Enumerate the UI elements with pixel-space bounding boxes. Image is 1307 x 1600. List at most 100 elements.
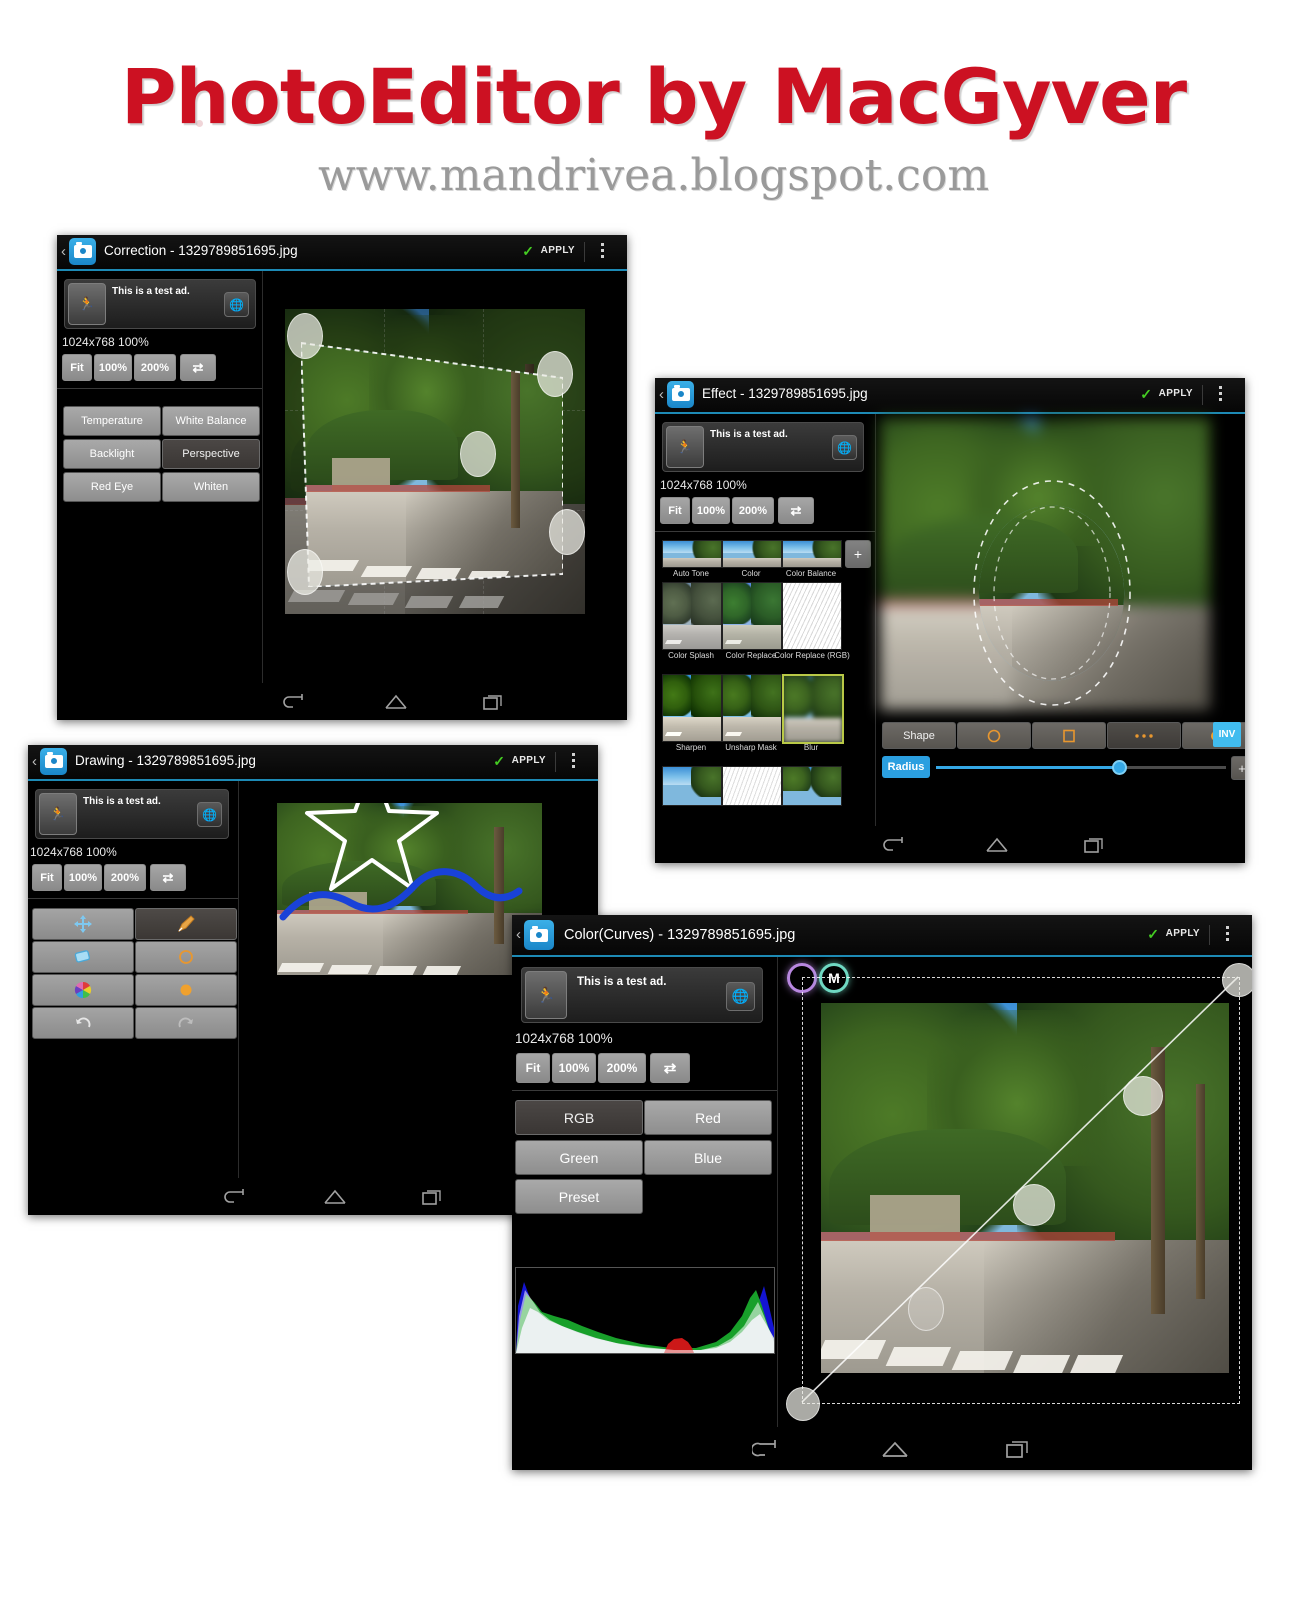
zoom-100-button[interactable]: 100% [64, 864, 102, 891]
effect-shape-outline[interactable] [880, 418, 1210, 710]
tool-temperature[interactable]: Temperature [63, 406, 161, 436]
dots-icon[interactable] [1107, 722, 1181, 749]
perspective-handle-br[interactable] [549, 509, 585, 555]
overflow-menu-icon[interactable] [1226, 926, 1230, 944]
curve-handle-upper[interactable] [1123, 1076, 1163, 1116]
channel-green[interactable]: Green [515, 1140, 643, 1175]
correction-preview[interactable] [263, 271, 627, 683]
draw-tool-filled-dot[interactable] [135, 974, 237, 1006]
tool-whiten[interactable]: Whiten [162, 472, 260, 502]
curve-line[interactable] [778, 957, 1252, 1427]
zoom-fit-button[interactable]: Fit [32, 864, 62, 891]
curve-handle-top[interactable] [1222, 963, 1252, 997]
back-icon[interactable]: ‹ [32, 754, 37, 769]
effect-preview[interactable]: Shape INV Radius + [876, 414, 1245, 826]
effect-thumb-extra-1[interactable] [662, 766, 722, 806]
curves-preview[interactable]: M [778, 957, 1252, 1427]
draw-tool-eraser[interactable] [32, 941, 134, 973]
back-icon[interactable]: ‹ [61, 244, 66, 259]
radius-increment-button[interactable]: + [1231, 756, 1245, 780]
home-icon[interactable] [383, 693, 409, 711]
back-icon[interactable]: ‹ [659, 387, 664, 402]
draw-tool-undo[interactable] [32, 1007, 134, 1039]
add-effect-button[interactable]: + [845, 540, 871, 568]
perspective-handle-tl[interactable] [287, 313, 323, 359]
back-icon[interactable] [223, 1188, 247, 1206]
shape-label-button[interactable]: Shape [882, 722, 956, 749]
back-icon[interactable] [882, 836, 906, 854]
zoom-100-button[interactable]: 100% [692, 497, 730, 524]
back-icon[interactable] [752, 1439, 780, 1459]
ad-banner[interactable]: 🏃 This is a test ad. 🌐 [64, 279, 256, 329]
overflow-menu-icon[interactable] [1219, 386, 1223, 404]
tool-red-eye[interactable]: Red Eye [63, 472, 161, 502]
back-icon[interactable] [282, 693, 306, 711]
globe-icon[interactable]: 🌐 [197, 802, 222, 827]
swap-arrows-icon[interactable]: ⇄ [650, 1053, 690, 1083]
effect-thumb-unsharp-mask[interactable] [722, 674, 782, 742]
zoom-200-button[interactable]: 200% [134, 354, 176, 381]
zoom-200-button[interactable]: 200% [732, 497, 774, 524]
effect-thumb-auto-tone[interactable] [662, 540, 722, 568]
effect-thumb-extra-2[interactable] [722, 766, 782, 806]
draw-tool-color-wheel[interactable] [32, 974, 134, 1006]
effect-thumb-color-balance[interactable] [782, 540, 842, 568]
curve-handle-lower[interactable] [908, 1287, 944, 1331]
effect-thumb-extra-3[interactable] [782, 766, 842, 806]
overflow-menu-icon[interactable] [572, 753, 576, 771]
zoom-fit-button[interactable]: Fit [516, 1053, 550, 1083]
square-outline-icon[interactable] [1032, 722, 1106, 749]
curve-handle-mid[interactable] [1013, 1184, 1055, 1226]
channel-preset[interactable]: Preset [515, 1179, 643, 1214]
effect-thumb-blur[interactable] [782, 674, 844, 744]
apply-button[interactable]: APPLY [541, 245, 575, 256]
home-icon[interactable] [880, 1439, 910, 1459]
globe-icon[interactable]: 🌐 [832, 435, 857, 460]
swap-arrows-icon[interactable]: ⇄ [778, 497, 814, 524]
ad-banner[interactable]: 🏃 This is a test ad. 🌐 [35, 789, 229, 839]
perspective-handle-mid[interactable] [460, 431, 496, 477]
effect-thumb-color-replace[interactable] [722, 582, 782, 650]
effect-thumb-color-splash[interactable] [662, 582, 722, 650]
zoom-fit-button[interactable]: Fit [62, 354, 92, 381]
tool-backlight[interactable]: Backlight [63, 439, 161, 469]
ad-banner[interactable]: 🏃 This is a test ad. 🌐 [662, 422, 864, 472]
swap-arrows-icon[interactable]: ⇄ [180, 354, 216, 381]
tool-perspective[interactable]: Perspective [162, 439, 260, 469]
channel-blue[interactable]: Blue [644, 1140, 772, 1175]
recents-icon[interactable] [1083, 836, 1105, 854]
overflow-menu-icon[interactable] [601, 243, 605, 261]
effect-thumb-color[interactable] [722, 540, 782, 568]
swap-arrows-icon[interactable]: ⇄ [150, 864, 186, 891]
home-icon[interactable] [322, 1188, 348, 1206]
zoom-100-button[interactable]: 100% [552, 1053, 596, 1083]
tool-white-balance[interactable]: White Balance [162, 406, 260, 436]
recents-icon[interactable] [1005, 1439, 1031, 1459]
draw-tool-circle[interactable] [135, 941, 237, 973]
channel-red[interactable]: Red [644, 1100, 772, 1135]
effect-thumb-color-replace-rgb[interactable] [782, 582, 842, 650]
perspective-handle-tr[interactable] [537, 351, 573, 397]
draw-tool-move[interactable] [32, 908, 134, 940]
recents-icon[interactable] [482, 693, 504, 711]
zoom-fit-button[interactable]: Fit [660, 497, 690, 524]
apply-button[interactable]: APPLY [512, 755, 546, 766]
draw-tool-brush[interactable] [135, 908, 237, 940]
zoom-200-button[interactable]: 200% [598, 1053, 646, 1083]
home-icon[interactable] [984, 836, 1010, 854]
recents-icon[interactable] [421, 1188, 443, 1206]
curve-handle-bottom[interactable] [786, 1387, 820, 1421]
globe-icon[interactable]: 🌐 [726, 982, 755, 1011]
radius-slider-knob[interactable] [1112, 760, 1127, 775]
ad-banner[interactable]: 🏃 This is a test ad. 🌐 [521, 967, 763, 1023]
back-icon[interactable]: ‹ [516, 927, 521, 942]
effect-thumb-sharpen[interactable] [662, 674, 722, 742]
apply-button[interactable]: APPLY [1159, 388, 1193, 399]
zoom-100-button[interactable]: 100% [94, 354, 132, 381]
apply-button[interactable]: APPLY [1166, 928, 1200, 939]
invert-button[interactable]: INV [1213, 722, 1241, 747]
globe-icon[interactable]: 🌐 [224, 292, 249, 317]
draw-tool-redo[interactable] [135, 1007, 237, 1039]
circle-outline-icon[interactable] [957, 722, 1031, 749]
perspective-handle-bl[interactable] [287, 549, 323, 595]
